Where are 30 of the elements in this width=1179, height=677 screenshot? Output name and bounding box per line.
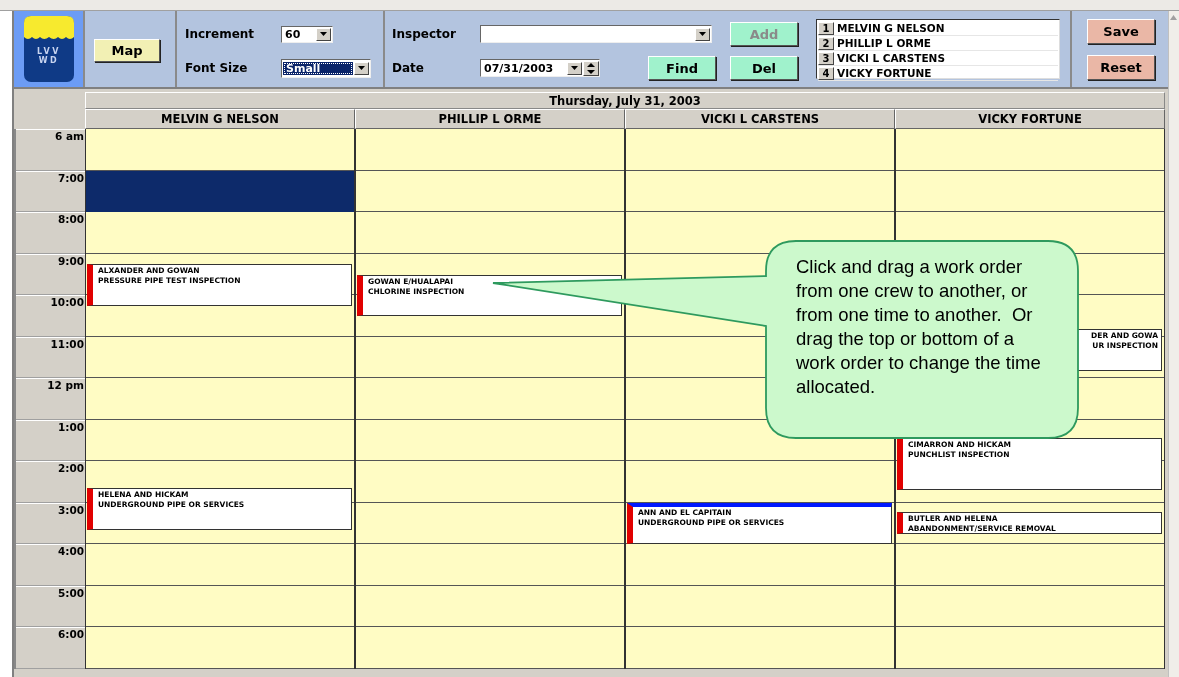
inspector-list-item[interactable]: VICKI L CARSTENS xyxy=(837,52,945,64)
callout-tooltip-text: Click and drag a work order from one crew to another, or from one time to another. Or drag the top or bottom of a work order to change the time allocated. xyxy=(796,255,1042,399)
column-header: VICKY FORTUNE xyxy=(895,109,1165,129)
logo-icon: LVV WD xyxy=(22,15,75,83)
add-button: Add xyxy=(730,22,798,46)
inspector-label: Inspector xyxy=(392,27,457,41)
delete-button[interactable]: Del xyxy=(730,56,798,80)
save-button[interactable]: Save xyxy=(1087,19,1155,44)
map-button[interactable]: Map xyxy=(94,39,160,62)
spinner-icon[interactable] xyxy=(583,60,599,76)
increment-label: Increment xyxy=(185,27,256,41)
row-number[interactable]: 1 xyxy=(818,21,834,35)
row-number[interactable]: 3 xyxy=(818,51,834,65)
row-number[interactable]: 2 xyxy=(818,36,834,50)
date-field[interactable]: 07/31/2003 xyxy=(480,59,600,77)
inspector-list-item[interactable]: PHILLIP L ORME xyxy=(837,37,931,49)
date-label: Date xyxy=(392,61,425,75)
column-header: MELVIN G NELSON xyxy=(85,109,355,129)
date-heading: Thursday, July 31, 2003 xyxy=(85,92,1165,109)
increment-dropdown[interactable]: 60 xyxy=(281,25,333,43)
inspector-list-item[interactable]: VICKY FORTUNE xyxy=(837,67,932,79)
inspector-list-item[interactable]: MELVIN G NELSON xyxy=(837,22,945,34)
font-size-label: Font Size xyxy=(185,61,249,75)
find-button[interactable]: Find xyxy=(648,56,716,80)
row-number[interactable]: 4 xyxy=(818,66,834,80)
column-header: VICKI L CARSTENS xyxy=(625,109,895,129)
column-header: PHILLIP L ORME xyxy=(355,109,625,129)
inspector-dropdown[interactable] xyxy=(480,25,712,43)
reset-button[interactable]: Reset xyxy=(1087,55,1155,80)
font-size-dropdown[interactable]: Small xyxy=(281,58,371,78)
